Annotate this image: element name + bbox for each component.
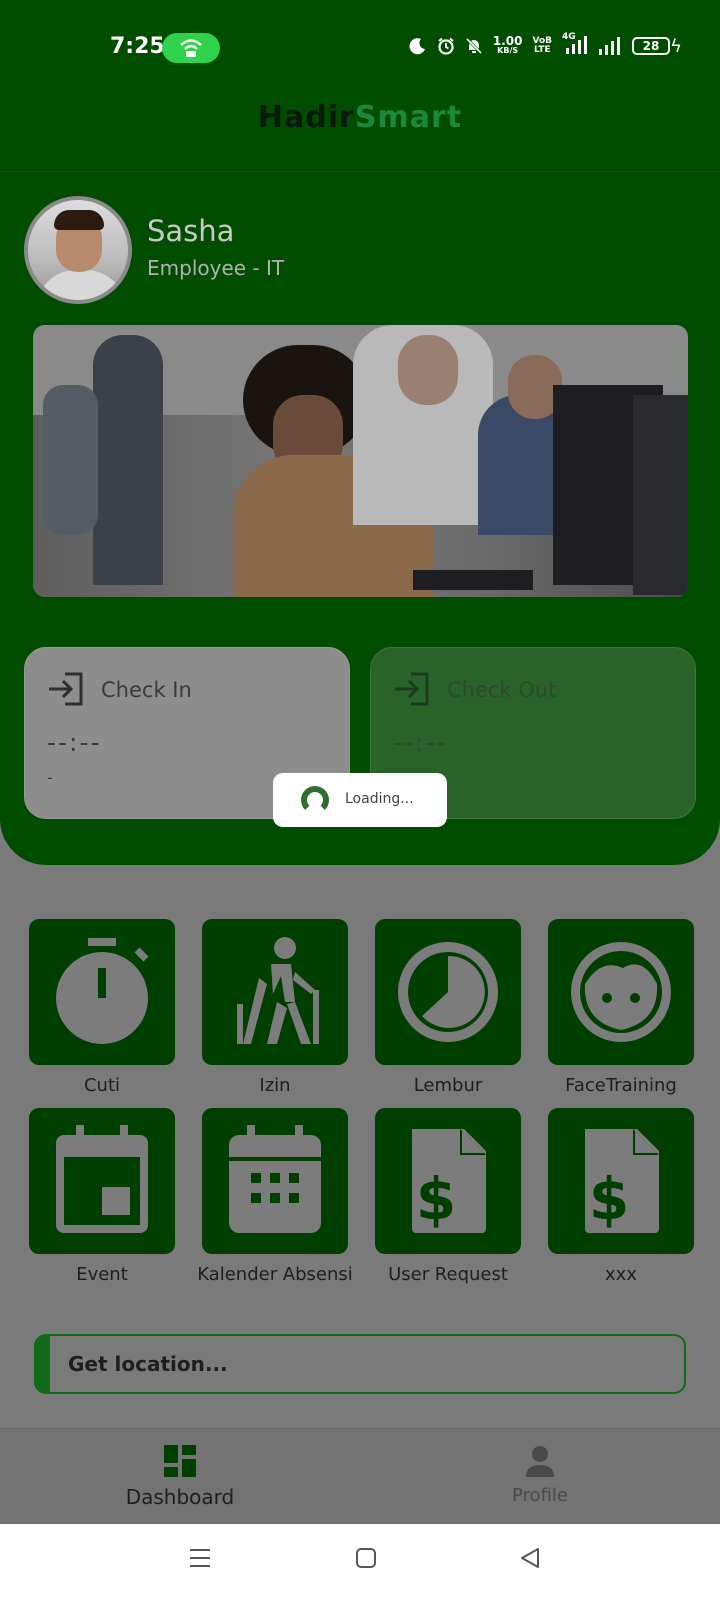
- calendar-event-icon: [56, 1125, 148, 1233]
- app-header: HadirSmart: [0, 90, 720, 170]
- walking-person-icon: [237, 937, 319, 1044]
- volte-bottom: LTE: [533, 45, 551, 55]
- menu-tile-xxx[interactable]: $: [548, 1108, 694, 1254]
- dashboard-icon: [164, 1445, 196, 1477]
- nav-dashboard[interactable]: Dashboard: [80, 1445, 280, 1509]
- user-name: Sasha: [147, 214, 235, 248]
- volte-indicator: VoB LTE: [532, 37, 552, 55]
- logout-icon: [395, 672, 429, 706]
- menu-tile-facetraining[interactable]: [548, 919, 694, 1065]
- dashboard-hero: Sasha Employee - IT Check In --:-- - Che…: [0, 170, 720, 865]
- signal-bars-icon: [566, 36, 587, 54]
- dollar-document-icon: $: [412, 1129, 486, 1233]
- dollar-document-icon: $: [585, 1129, 659, 1233]
- net-speed-value: 1.00: [492, 34, 523, 48]
- alarm-icon: [438, 37, 454, 55]
- status-bar: 7:25 1.00 KB/S VoB LTE 4G 28 ϟ: [0, 0, 720, 90]
- location-status-bar: Get location...: [34, 1334, 686, 1394]
- status-icons: 1.00 KB/S VoB LTE 4G 28: [409, 32, 670, 56]
- location-accent: [36, 1336, 50, 1392]
- hotspot-icon: [180, 39, 202, 57]
- menu-tile-lembur[interactable]: [375, 919, 521, 1065]
- menu-tile-user-request[interactable]: $: [375, 1108, 521, 1254]
- nav-dashboard-label: Dashboard: [125, 1485, 235, 1509]
- charging-icon: ϟ: [670, 36, 682, 57]
- menu-icon[interactable]: [188, 1546, 212, 1570]
- check-in-label: Check In: [101, 678, 192, 702]
- signal-bars-icon-2: [599, 37, 620, 55]
- system-navigation-bar: [0, 1524, 720, 1600]
- bottom-navigation: Dashboard Profile: [0, 1428, 720, 1524]
- menu-label-kalender-absensi: Kalender Absensi: [197, 1264, 353, 1285]
- svg-text:$: $: [589, 1165, 629, 1233]
- office-banner-image: [33, 325, 688, 597]
- user-role: Employee - IT: [147, 256, 285, 280]
- nav-profile-label: Profile: [512, 1485, 568, 1506]
- menu-tile-izin[interactable]: [202, 919, 348, 1065]
- mute-bell-icon: [465, 37, 482, 55]
- nav-profile[interactable]: Profile: [440, 1445, 640, 1506]
- app-logo-part2: Smart: [354, 100, 463, 135]
- loading-toast: Loading...: [273, 773, 447, 827]
- net-speed: 1.00 KB/S: [492, 34, 523, 56]
- person-icon: [526, 1446, 554, 1477]
- menu-label-facetraining: FaceTraining: [565, 1075, 677, 1096]
- status-time: 7:25: [110, 34, 165, 59]
- loading-text: Loading...: [345, 791, 414, 807]
- calendar-grid-icon: [229, 1125, 321, 1233]
- menu-tile-kalender-absensi[interactable]: [202, 1108, 348, 1254]
- moon-icon: [409, 38, 425, 55]
- menu-label-event: Event: [76, 1264, 128, 1285]
- menu-label-lembur: Lembur: [413, 1075, 483, 1096]
- check-in-note: -: [47, 768, 53, 787]
- face-icon: [571, 942, 671, 1042]
- location-text: Get location...: [68, 1352, 228, 1376]
- menu-tile-event[interactable]: [29, 1108, 175, 1254]
- app-logo: HadirSmart: [0, 100, 720, 135]
- check-in-time: --:--: [47, 728, 102, 757]
- check-out-time: --:--: [393, 728, 448, 757]
- app-logo-part1: Hadir: [257, 100, 355, 135]
- check-out-label: Check Out: [447, 678, 557, 702]
- svg-text:$: $: [416, 1165, 456, 1233]
- menu-label-xxx: xxx: [605, 1264, 637, 1285]
- login-icon: [49, 672, 83, 706]
- signal-4g: 4G: [562, 32, 588, 56]
- net-speed-unit: KB/S: [497, 46, 519, 55]
- back-icon[interactable]: [518, 1546, 542, 1570]
- clock-icon: [398, 942, 498, 1042]
- loading-spinner-icon: [301, 786, 329, 814]
- stopwatch-icon: [56, 938, 149, 1044]
- menu-label-cuti: Cuti: [83, 1075, 121, 1096]
- menu-label-izin: Izin: [259, 1075, 291, 1096]
- home-icon[interactable]: [354, 1546, 378, 1570]
- hotspot-indicator: [162, 33, 220, 63]
- avatar[interactable]: [24, 196, 132, 304]
- menu-tile-cuti[interactable]: [29, 919, 175, 1065]
- battery-indicator: 28: [632, 37, 670, 55]
- menu-label-user-request: User Request: [388, 1264, 508, 1285]
